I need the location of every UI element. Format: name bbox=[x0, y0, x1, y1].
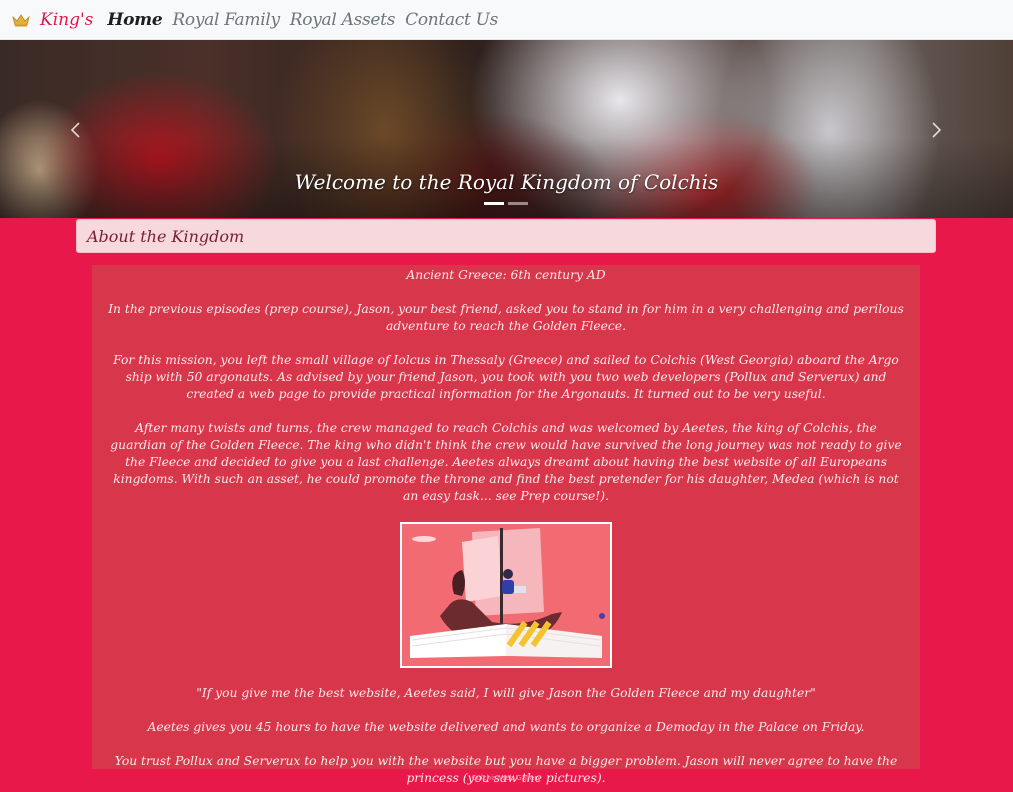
nav-royal-assets[interactable]: Royal Assets bbox=[290, 10, 396, 30]
carousel-caption: Welcome to the Royal Kingdom of Colchis bbox=[294, 170, 719, 194]
nav-contact-us[interactable]: Contact Us bbox=[405, 10, 498, 30]
nav-royal-family[interactable]: Royal Family bbox=[172, 10, 280, 30]
story-paragraph: Aeetes gives you 45 hours to have the we… bbox=[147, 720, 865, 734]
carousel-prev-icon[interactable] bbox=[66, 120, 86, 140]
story-paragraph: For this mission, you left the small vil… bbox=[113, 353, 899, 401]
carousel-indicator-2[interactable] bbox=[508, 202, 528, 205]
about-title: About the Kingdom bbox=[87, 226, 245, 246]
footer-text: Colchis Web Gallery bbox=[471, 774, 542, 782]
carousel-indicators bbox=[484, 202, 528, 205]
story-date: Ancient Greece: 6th century AD bbox=[406, 268, 606, 282]
story-paragraph: In the previous episodes (prep course), … bbox=[108, 302, 904, 333]
story-paragraph: After many twists and turns, the crew ma… bbox=[110, 421, 902, 503]
hero-carousel: Welcome to the Royal Kingdom of Colchis bbox=[0, 40, 1013, 218]
nav-home[interactable]: Home bbox=[107, 10, 162, 30]
ship-book-illustration bbox=[400, 522, 612, 668]
crown-icon[interactable] bbox=[12, 13, 30, 27]
about-header: About the Kingdom bbox=[76, 219, 936, 253]
carousel-indicator-1[interactable] bbox=[484, 202, 504, 205]
story-card: Ancient Greece: 6th century AD In the pr… bbox=[92, 265, 920, 785]
navbar: King's Home Royal Family Royal Assets Co… bbox=[0, 0, 1013, 40]
brand-link[interactable]: King's bbox=[40, 10, 93, 30]
story-quote: "If you give me the best website, Aeetes… bbox=[196, 686, 816, 700]
carousel-next-icon[interactable] bbox=[926, 120, 946, 140]
